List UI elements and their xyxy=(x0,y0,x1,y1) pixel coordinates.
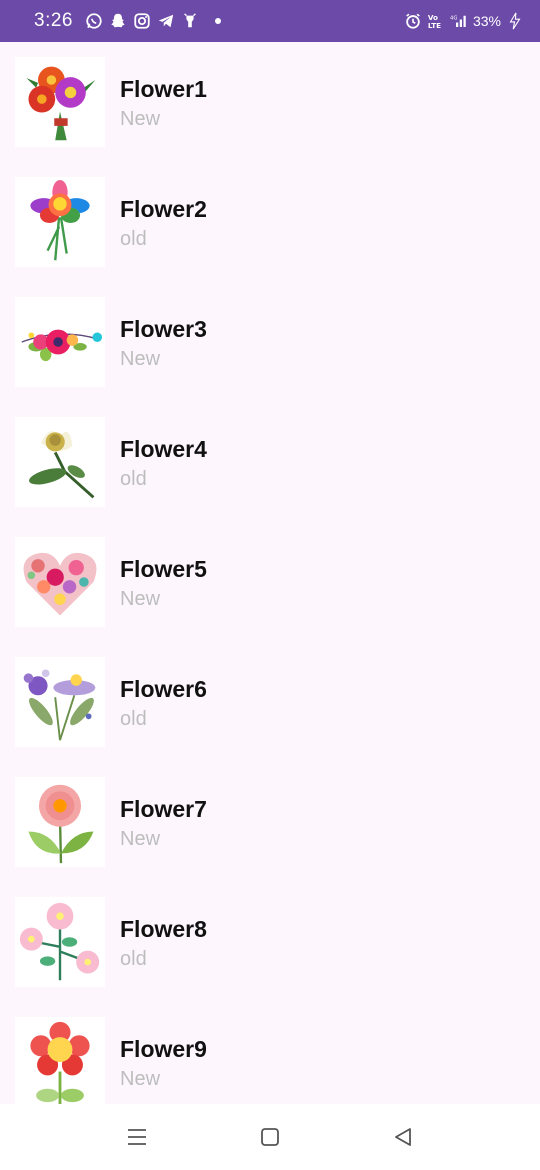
list-item-title: Flower7 xyxy=(120,796,207,822)
list-item[interactable]: Flower1 New xyxy=(0,42,540,162)
list-item-subtitle: New xyxy=(120,1068,161,1090)
telegram-icon xyxy=(157,12,175,30)
list-item-subtitle: old xyxy=(120,228,147,250)
list-item-subtitle: old xyxy=(120,708,147,730)
list-item-title: Flower4 xyxy=(120,436,207,462)
list-item-subtitle: old xyxy=(120,948,147,970)
status-time: 3:26 xyxy=(34,10,73,31)
status-icons-left xyxy=(85,12,221,30)
list-item-text: Flower6 old xyxy=(120,675,207,733)
list-item-text: Flower5 New xyxy=(120,555,207,613)
flower-heart-image xyxy=(15,537,105,627)
list-item-title: Flower9 xyxy=(120,1036,207,1062)
svg-text:LTE: LTE xyxy=(428,21,441,30)
purple-daisy-image xyxy=(15,657,105,747)
list-item-text: Flower4 old xyxy=(120,435,207,493)
status-icons-right: Vo LTE 4G 33% xyxy=(404,12,524,30)
navigation-bar xyxy=(0,1104,540,1170)
list-item-text: Flower8 old xyxy=(120,915,207,973)
floral-garland-image xyxy=(15,297,105,387)
signal-icon: 4G xyxy=(450,12,468,30)
list-item-title: Flower1 xyxy=(120,76,207,102)
list-item[interactable]: Flower2 old xyxy=(0,162,540,282)
list-item-subtitle: New xyxy=(120,108,161,130)
alarm-icon xyxy=(404,12,422,30)
red-flower-image xyxy=(15,1017,105,1104)
more-notifications-dot xyxy=(214,18,221,24)
list-item[interactable]: Flower3 New xyxy=(0,282,540,402)
list-item-title: Flower8 xyxy=(120,916,207,942)
list-item[interactable]: Flower7 New xyxy=(0,762,540,882)
whatsapp-icon xyxy=(85,12,103,30)
notification-icon xyxy=(181,12,199,30)
colorful-flower-image xyxy=(15,177,105,267)
pink-blossoms-image xyxy=(15,897,105,987)
list-item-title: Flower3 xyxy=(120,316,207,342)
list-item-text: Flower7 New xyxy=(120,795,207,853)
list-item[interactable]: Flower9 New xyxy=(0,1002,540,1104)
home-button[interactable] xyxy=(250,1117,290,1157)
list-item-text: Flower2 old xyxy=(120,195,207,253)
pink-flower-image xyxy=(15,777,105,867)
battery-percentage: 33% xyxy=(472,13,501,29)
list-item-text: Flower3 New xyxy=(120,315,207,373)
list-item[interactable]: Flower4 old xyxy=(0,402,540,522)
svg-text:4G: 4G xyxy=(450,16,457,22)
back-button[interactable] xyxy=(383,1117,423,1157)
menu-button[interactable] xyxy=(117,1117,157,1157)
list-item-subtitle: old xyxy=(120,468,147,490)
back-icon xyxy=(395,1128,412,1146)
list-item[interactable]: Flower6 old xyxy=(0,642,540,762)
rose-bud-image xyxy=(15,417,105,507)
list-item-text: Flower9 New xyxy=(120,1035,207,1093)
menu-icon xyxy=(127,1129,146,1145)
list-item[interactable]: Flower8 old xyxy=(0,882,540,1002)
list-item-title: Flower6 xyxy=(120,676,207,702)
instagram-icon xyxy=(133,12,151,30)
volte-icon: Vo LTE xyxy=(427,12,445,30)
status-bar: 3:26 Vo LTE 4G 33% xyxy=(0,0,540,42)
flower-bouquet-image xyxy=(15,57,105,147)
flower-list: Flower1 New Flower2 old Flower3 New Flow… xyxy=(0,42,540,1104)
list-item[interactable]: Flower5 New xyxy=(0,522,540,642)
battery-charging-icon xyxy=(506,12,524,30)
list-item-title: Flower5 xyxy=(120,556,207,582)
snapchat-icon xyxy=(109,12,127,30)
list-item-subtitle: New xyxy=(120,828,161,850)
list-item-subtitle: New xyxy=(120,588,161,610)
list-item-subtitle: New xyxy=(120,348,161,370)
home-icon xyxy=(261,1128,279,1146)
list-item-title: Flower2 xyxy=(120,196,207,222)
list-item-text: Flower1 New xyxy=(120,75,207,133)
